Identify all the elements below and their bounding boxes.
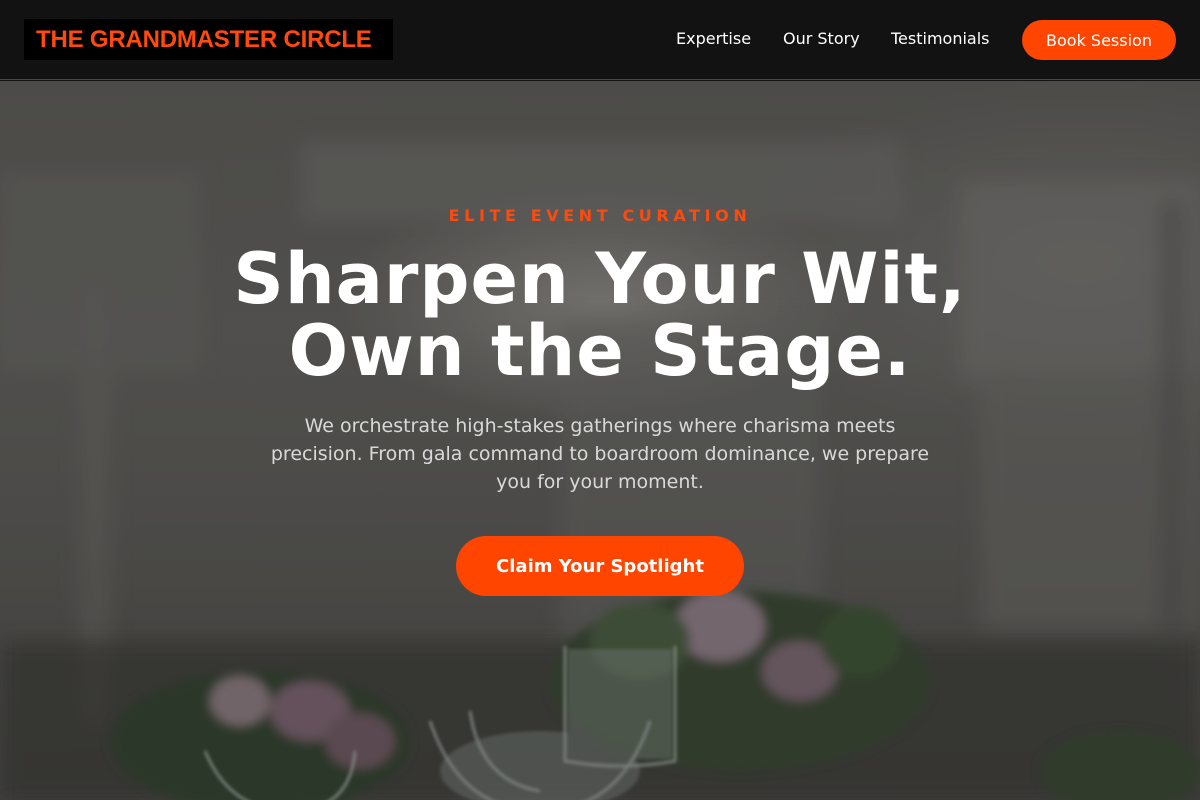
hero-headline-line-2: Own the Stage.: [288, 310, 912, 392]
hero-eyebrow: ELITE EVENT CURATION: [448, 206, 752, 225]
brand-logo[interactable]: THE GRANDMASTER CIRCLE: [24, 19, 393, 60]
hero-subtext: We orchestrate high-stakes gatherings wh…: [270, 415, 930, 493]
site-header: THE GRANDMASTER CIRCLE Expertise Our Sto…: [0, 0, 1200, 80]
nav-link-testimonials[interactable]: Testimonials: [891, 29, 990, 49]
hero-headline-line-1: Sharpen Your Wit,: [233, 238, 967, 320]
nav-link-expertise[interactable]: Expertise: [676, 29, 751, 49]
hero-headline: Sharpen Your Wit, Own the Stage.: [100, 243, 1100, 387]
book-session-button[interactable]: Book Session: [1022, 20, 1176, 60]
claim-spotlight-button[interactable]: Claim Your Spotlight: [456, 536, 744, 596]
nav-link-our-story[interactable]: Our Story: [783, 29, 860, 49]
